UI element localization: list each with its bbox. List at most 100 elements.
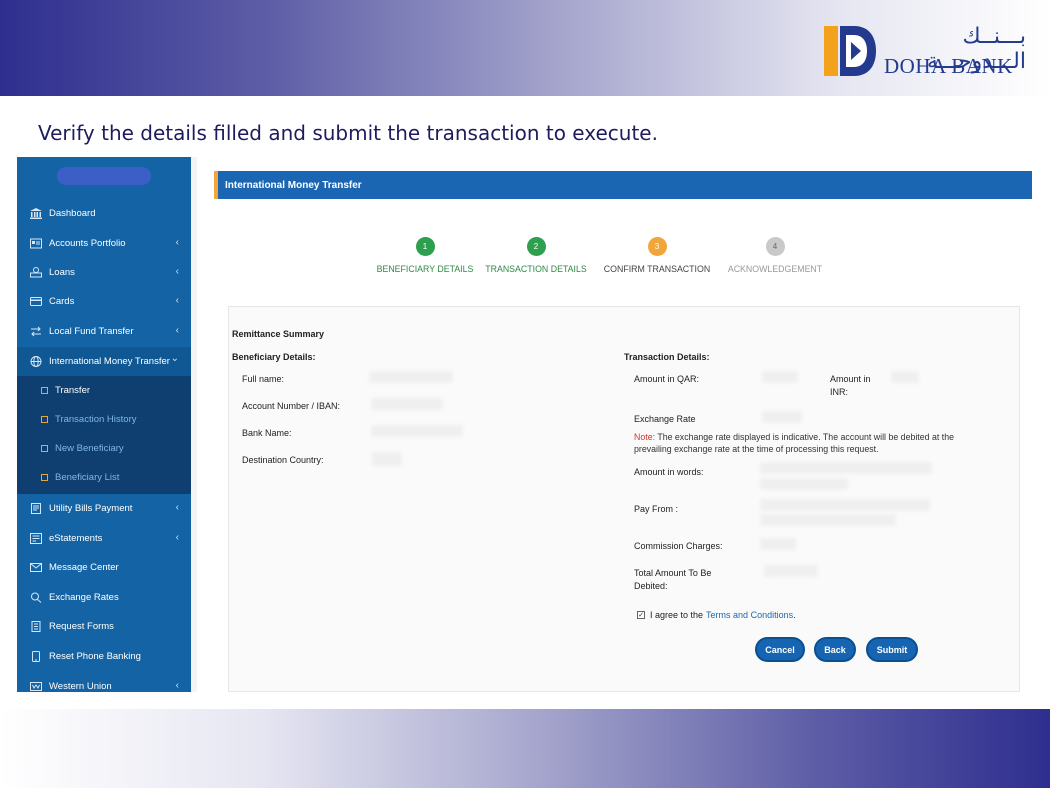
chevron-left-icon: ‹ [175, 237, 179, 248]
terms-checkbox[interactable]: ✓ [637, 611, 645, 619]
chevron-left-icon: ‹ [175, 266, 179, 277]
slide-instruction: Verify the details filled and submit the… [38, 121, 658, 145]
sidebar-item-western-union[interactable]: Western Union ‹ [17, 672, 191, 692]
sidebar-item-label: Reset Phone Banking [49, 651, 141, 662]
sidebar-item-request-forms[interactable]: Request Forms [17, 612, 191, 641]
sidebar-item-exchange-rates[interactable]: Exchange Rates [17, 583, 191, 612]
agree-text: I agree to the [650, 610, 704, 620]
sidebar-item-label: Accounts Portfolio [49, 238, 126, 249]
western-union-icon [29, 681, 42, 692]
user-menu-pill[interactable] [57, 167, 151, 185]
full-name-label: Full name: [242, 374, 285, 384]
chevron-left-icon: ‹ [175, 502, 179, 513]
step-label: TRANSACTION DETAILS [485, 264, 587, 274]
sidebar-subitem-new-beneficiary[interactable]: New Beneficiary [17, 434, 191, 463]
sidebar-item-message-center[interactable]: Message Center [17, 553, 191, 582]
exchange-rate-label: Exchange Rate [634, 414, 696, 424]
phone-icon [29, 651, 42, 662]
chevron-left-icon: ‹ [175, 680, 179, 691]
sidebar-item-estatements[interactable]: eStatements ‹ [17, 524, 191, 553]
note-prefix: Note: [634, 432, 656, 442]
main-panel: International Money Transfer 1 BENEFICIA… [197, 157, 1037, 692]
terms-agreement: ✓ I agree to the Terms and Conditions . [637, 610, 796, 620]
sidebar-subitem-label: Beneficiary List [55, 472, 120, 483]
step-number: 1 [415, 237, 435, 256]
submit-button[interactable]: Submit [866, 637, 918, 662]
amount-inr-label-line2: INR: [830, 387, 848, 397]
sidebar-item-label: International Money Transfer [49, 356, 170, 367]
sidebar-item-label: Western Union [49, 681, 112, 692]
sidebar-item-local-fund-transfer[interactable]: Local Fund Transfer ‹ [17, 317, 191, 346]
bank-name-label: Bank Name: [242, 428, 292, 438]
step-number: 3 [647, 237, 667, 256]
step-label: BENEFICIARY DETAILS [376, 264, 474, 274]
step-label: ACKNOWLEDGEMENT [727, 264, 823, 274]
step-confirm-transaction: 3 CONFIRM TRANSACTION [602, 237, 712, 274]
sidebar-submenu: Transfer Transaction History New Benefic… [17, 376, 191, 494]
step-transaction-details: 2 TRANSACTION DETAILS [481, 237, 591, 274]
chevron-left-icon: ‹ [175, 295, 179, 306]
sidebar-item-reset-phone-banking[interactable]: Reset Phone Banking [17, 642, 191, 671]
step-beneficiary-details: 1 BENEFICIARY DETAILS [370, 237, 480, 274]
sidebar-item-label: Exchange Rates [49, 592, 119, 603]
amount-words-value-redacted-line2 [760, 478, 848, 490]
doha-bank-logo: بـــنــك الـــدوحـــة DOHA BANK [824, 22, 1034, 80]
sidebar-item-label: Dashboard [49, 208, 96, 219]
terms-and-conditions-link[interactable]: Terms and Conditions [706, 610, 793, 620]
bank-icon [29, 208, 42, 219]
pay-from-label: Pay From : [634, 504, 679, 514]
exchange-rate-value-redacted [762, 411, 802, 423]
sidebar-subitem-transfer[interactable]: Transfer [17, 376, 191, 405]
sidebar-subitem-beneficiary-list[interactable]: Beneficiary List [17, 463, 191, 492]
sidebar-item-loans[interactable]: Loans ‹ [17, 258, 191, 287]
sidebar: Dashboard Accounts Portfolio ‹ Loans ‹ C… [17, 157, 191, 692]
logo-english-text: DOHA BANK [884, 54, 1013, 78]
summary-title: Remittance Summary [232, 329, 325, 339]
credit-card-icon [29, 296, 42, 307]
account-value-redacted [371, 398, 443, 410]
back-button[interactable]: Back [814, 637, 856, 662]
slide-footer-band [0, 709, 1050, 788]
form-icon [29, 621, 42, 632]
sidebar-item-label: Message Center [49, 562, 119, 573]
bullet-square-icon [41, 445, 48, 452]
sidebar-item-utility-bills-payment[interactable]: Utility Bills Payment ‹ [17, 494, 191, 523]
step-label: CONFIRM TRANSACTION [603, 264, 711, 274]
transfer-icon [29, 326, 42, 337]
sidebar-subitem-label: Transaction History [55, 414, 137, 425]
amount-inr-value-redacted [891, 371, 919, 383]
envelope-icon [29, 562, 42, 573]
amount-words-value-redacted [760, 462, 932, 474]
sidebar-item-label: Cards [49, 296, 75, 307]
note-text: The exchange rate displayed is indicativ… [634, 432, 954, 454]
sidebar-item-cards[interactable]: Cards ‹ [17, 287, 191, 316]
bullet-square-icon [41, 416, 48, 423]
id-card-icon [29, 238, 42, 249]
sidebar-item-accounts-portfolio[interactable]: Accounts Portfolio ‹ [17, 229, 191, 258]
sidebar-item-label: Utility Bills Payment [49, 503, 133, 514]
full-name-value-redacted [369, 371, 453, 383]
sidebar-subitem-label: Transfer [55, 385, 91, 396]
total-amount-label-line1: Total Amount To Be [634, 568, 712, 578]
app-screenshot: Dashboard Accounts Portfolio ‹ Loans ‹ C… [17, 157, 1037, 692]
sidebar-item-label: Request Forms [49, 621, 114, 632]
sidebar-item-dashboard[interactable]: Dashboard [17, 199, 191, 228]
total-amount-label-line2: Debited: [634, 581, 668, 591]
sidebar-item-label: Loans [49, 267, 75, 278]
bullet-square-icon [41, 387, 48, 394]
total-amount-value-redacted [764, 565, 818, 577]
sidebar-item-international-money-transfer[interactable]: International Money Transfer ⌄ [17, 347, 191, 376]
amount-qar-value-redacted [762, 371, 798, 383]
remittance-summary-panel: Remittance Summary Beneficiary Details: … [228, 306, 1020, 692]
sidebar-item-label: eStatements [49, 533, 103, 544]
bill-icon [29, 503, 42, 514]
amount-qar-label: Amount in QAR: [634, 374, 700, 384]
step-number: 2 [526, 237, 546, 256]
doha-bank-logo-mark-icon [824, 26, 876, 76]
step-number: 4 [765, 237, 785, 256]
exchange-icon [29, 592, 42, 603]
cancel-button[interactable]: Cancel [755, 637, 805, 662]
step-acknowledgement: 4 ACKNOWLEDGEMENT [718, 237, 832, 274]
commission-charges-label: Commission Charges: [634, 541, 723, 551]
sidebar-subitem-transaction-history[interactable]: Transaction History [17, 405, 191, 434]
